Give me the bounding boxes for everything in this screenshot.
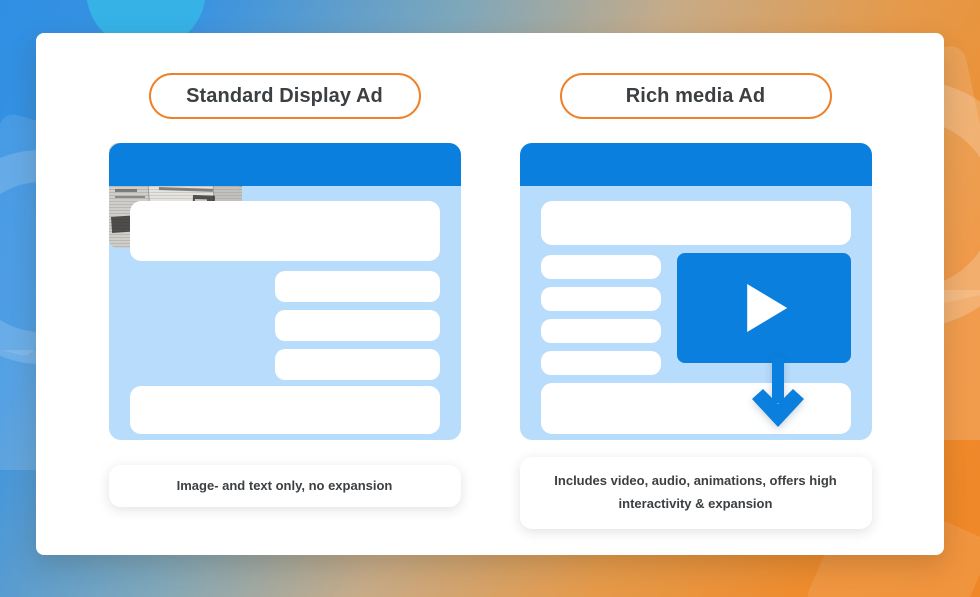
mockup-banner-block-rich <box>540 201 851 245</box>
mockup-header-bar-rich <box>519 143 872 186</box>
play-icon[interactable] <box>746 284 787 332</box>
mockup-text-bar <box>274 349 440 380</box>
video-player-tile[interactable] <box>676 253 851 363</box>
expand-arrow-icon <box>751 357 804 427</box>
mockup-standard-display-ad <box>108 143 461 440</box>
mockup-header-bar-standard <box>108 143 461 186</box>
caption-rich-media-ad: Includes video, audio, animations, offer… <box>519 457 872 529</box>
mockup-text-bar <box>540 255 661 279</box>
mockup-footer-block-standard <box>129 386 440 434</box>
mockup-text-bar <box>540 287 661 311</box>
mockup-banner-block-standard <box>129 201 440 261</box>
comparison-columns: Standard Display Ad Image- and text only… <box>36 33 944 555</box>
mockup-text-bar <box>540 319 661 343</box>
caption-standard-display-ad: Image- and text only, no expansion <box>108 465 461 507</box>
mockup-text-bar <box>274 310 440 341</box>
comparison-card: Standard Display Ad Image- and text only… <box>36 33 944 555</box>
mockup-text-bar <box>540 351 661 375</box>
mockup-text-bar <box>274 271 440 302</box>
mockup-rich-media-ad <box>519 143 872 440</box>
column-standard-display-ad: Standard Display Ad Image- and text only… <box>108 73 461 555</box>
pill-standard-display-ad[interactable]: Standard Display Ad <box>148 73 421 119</box>
column-rich-media-ad: Rich media Ad Includes video, audio, ani… <box>519 73 872 555</box>
pill-rich-media-ad[interactable]: Rich media Ad <box>559 73 832 119</box>
